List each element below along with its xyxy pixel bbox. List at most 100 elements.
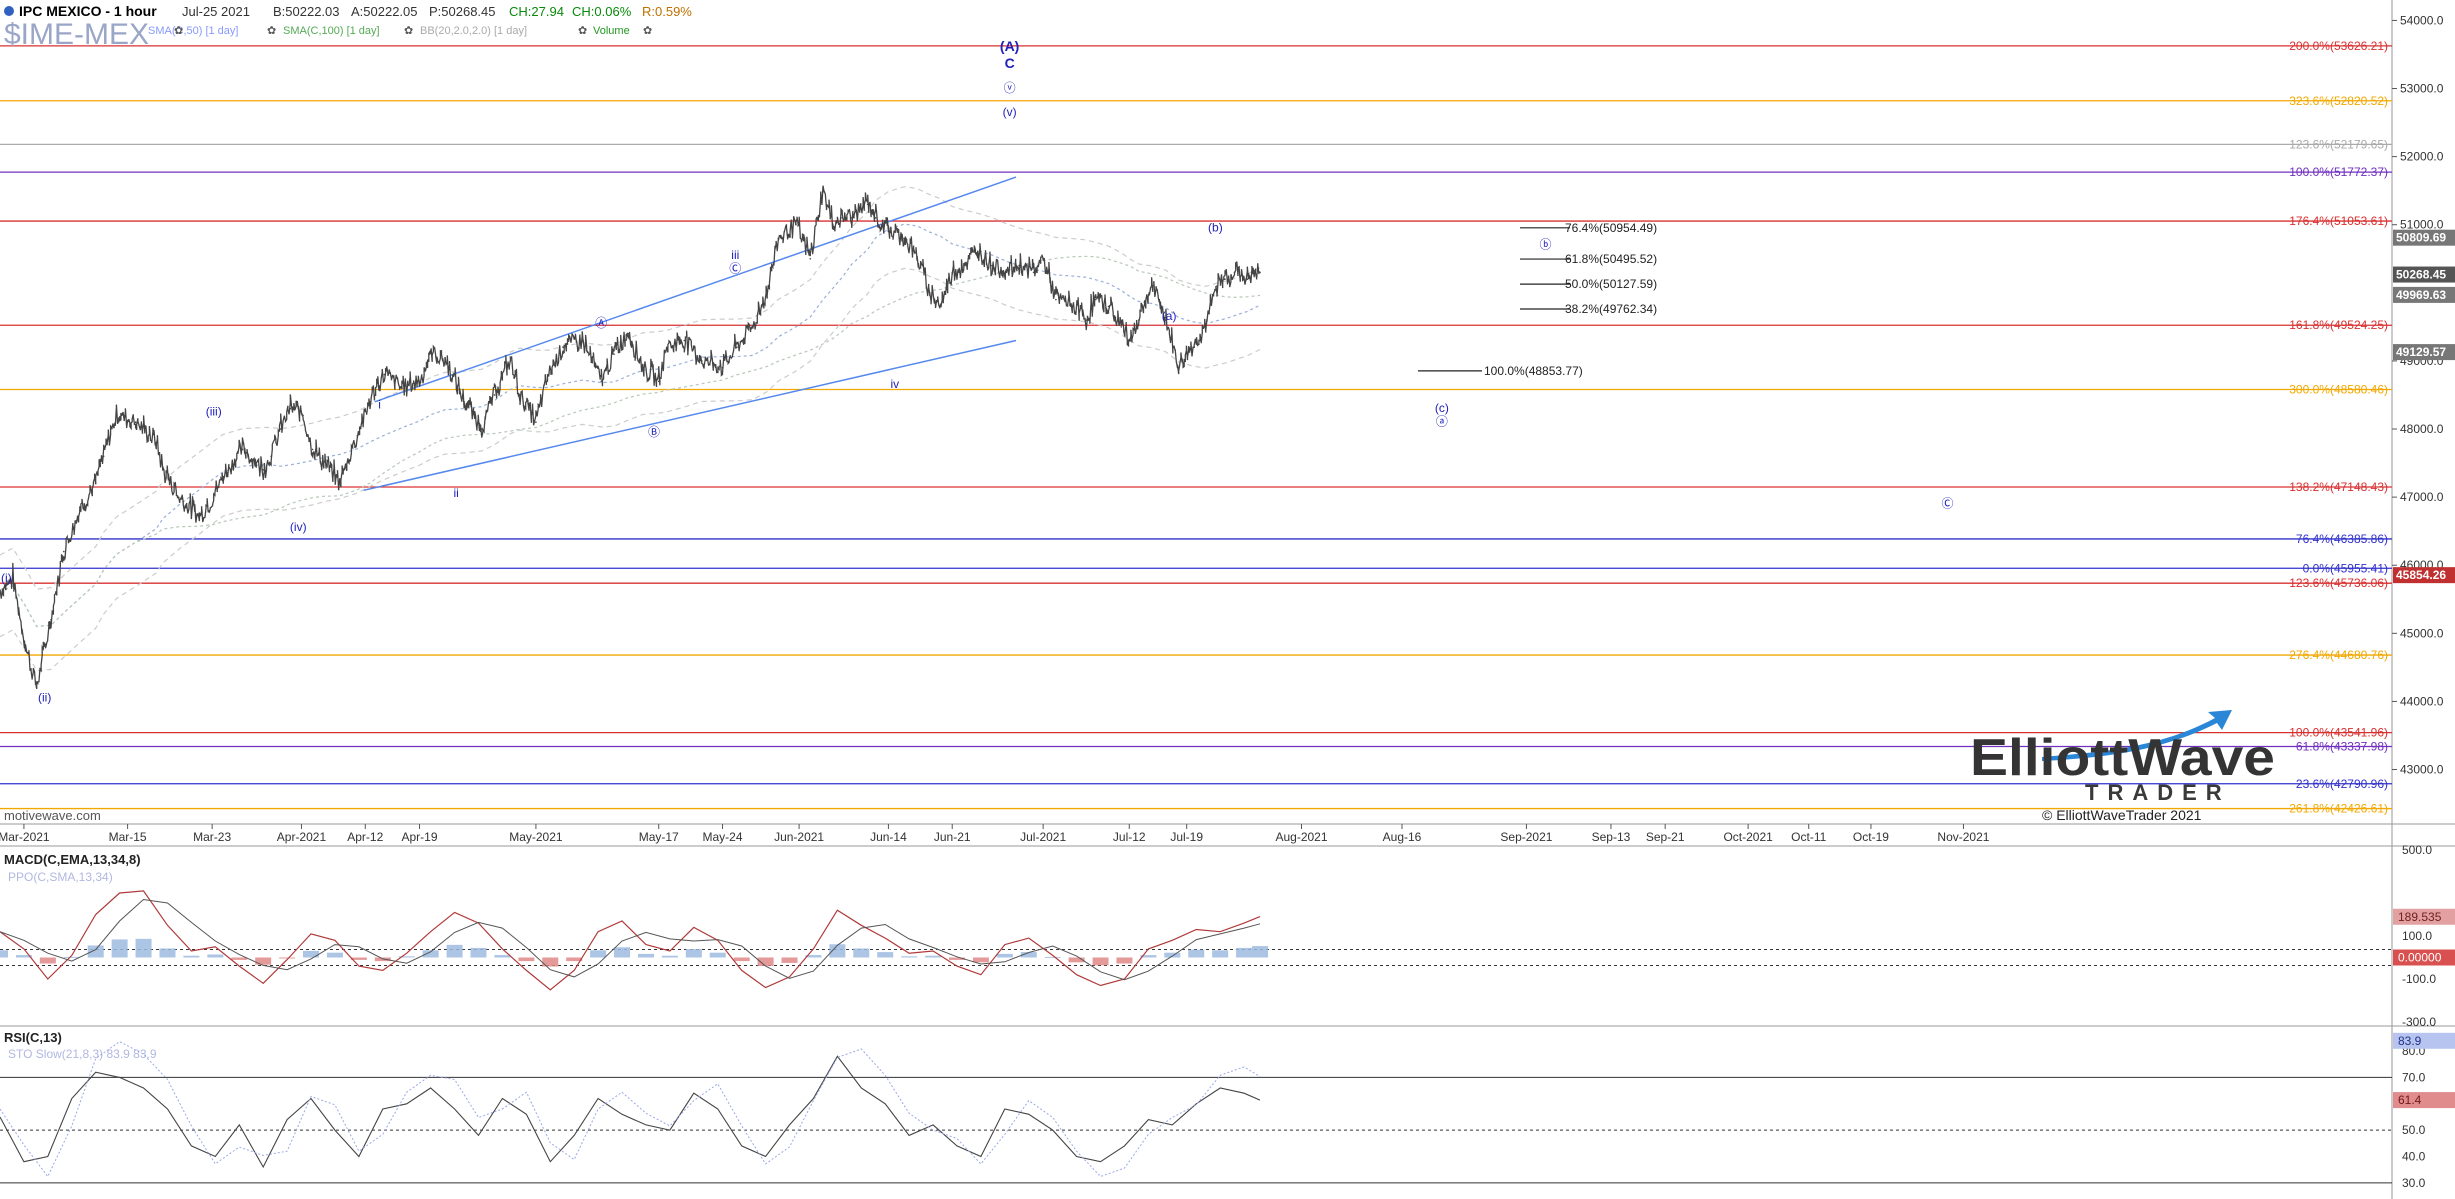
- indicator-volume[interactable]: Volume: [593, 25, 630, 37]
- price-point: [736, 346, 738, 349]
- indicator-bb[interactable]: BB(20,2.0,2.0) [1 day]: [420, 25, 527, 37]
- price-point: [24, 646, 27, 648]
- wave-label: ⓥ: [1004, 81, 1016, 95]
- time-tick-label: Jul-12: [1113, 830, 1146, 844]
- price-point: [1005, 271, 1008, 274]
- price-point: [1094, 298, 1097, 301]
- fib-label: 300.0%(48580.46): [2289, 382, 2388, 396]
- price-point: [11, 578, 14, 580]
- price-tick-label: 43000.0: [2400, 763, 2444, 777]
- time-tick-label: Sep-2021: [1500, 830, 1552, 844]
- macd-histogram-bar: [1236, 947, 1253, 958]
- price-point: [1246, 278, 1249, 281]
- macd-histogram-bar: [111, 939, 128, 958]
- wave-label: Ⓒ: [729, 261, 741, 275]
- gear-icon[interactable]: ✿: [578, 25, 587, 37]
- macd-panel: MACD(C,EMA,13,34,8) PPO(C,SMA,13,34) 500.0…: [0, 843, 2455, 1029]
- price-point: [270, 455, 272, 458]
- ticker-watermark: $IME-MEX: [4, 18, 149, 51]
- wave-label: C: [1005, 55, 1015, 71]
- price-marker-label: 50809.69: [2396, 231, 2446, 245]
- wave-label: Ⓒ: [1941, 496, 1953, 510]
- wave-label: (A): [1000, 38, 1019, 54]
- gear-icon[interactable]: ✿: [643, 25, 652, 37]
- macd-histogram-bar: [326, 952, 343, 958]
- price-point: [102, 455, 105, 458]
- macd-histogram-bar: [279, 957, 296, 959]
- header-range: R:0.59%: [642, 4, 692, 19]
- price-point: [1177, 366, 1180, 369]
- price-point: [822, 189, 824, 192]
- fib-label: 161.8%(49524.25): [2289, 318, 2388, 332]
- price-point: [241, 448, 244, 451]
- macd-histogram-bar: [637, 953, 654, 958]
- indicator-sma100[interactable]: SMA(C,100) [1 day]: [283, 25, 380, 37]
- price-point: [1259, 271, 1261, 274]
- price-point: [493, 394, 496, 396]
- wave-label: ii: [453, 486, 458, 500]
- price-marker-label: 49129.57: [2396, 345, 2446, 359]
- price-point: [929, 292, 931, 294]
- price-point: [1032, 271, 1035, 274]
- macd-histogram-bar: [1092, 957, 1109, 966]
- gear-icon[interactable]: ✿: [174, 25, 183, 37]
- rsi-title: RSI(C,13): [4, 1030, 62, 1045]
- macd-line: [0, 890, 1261, 991]
- macd-histogram-bar: [853, 948, 870, 958]
- macd-marker-label: 0.00000: [2398, 951, 2442, 965]
- price-point: [964, 264, 966, 267]
- macd-histogram-bar: [159, 948, 176, 958]
- rsi-tick-label: 40.0: [2402, 1149, 2426, 1163]
- macd-marker-label: 189.535: [2398, 910, 2442, 924]
- price-point: [795, 223, 797, 226]
- macd-histogram-bar: [614, 947, 631, 958]
- macd-histogram-bar: [255, 957, 272, 965]
- price-tick-label: 48000.0: [2400, 422, 2444, 436]
- time-tick-label: Nov-2021: [1937, 830, 1989, 844]
- rsi-tick-label: 70.0: [2402, 1070, 2426, 1084]
- time-tick-label: Apr-12: [347, 830, 383, 844]
- header-date: Jul-25 2021: [182, 4, 250, 19]
- price-point: [1224, 278, 1226, 281]
- time-tick-label: Sep-13: [1592, 830, 1631, 844]
- gear-icon[interactable]: ✿: [404, 25, 413, 37]
- retracement-label: 100.0%(48853.77): [1484, 364, 1583, 378]
- fib-label: 323.6%(52820.52): [2289, 94, 2388, 108]
- price-point: [279, 428, 282, 430]
- price-point: [1107, 305, 1110, 308]
- macd-histogram-bar: [0, 950, 8, 958]
- macd-tick-label: -300.0: [2402, 1015, 2436, 1029]
- price-point: [63, 550, 65, 553]
- rsi-line: [0, 1055, 1261, 1169]
- price-point: [50, 618, 52, 621]
- rsi-tick-label: 50.0: [2402, 1123, 2426, 1137]
- fib-label: 200.0%(53626.21): [2289, 39, 2388, 53]
- time-tick-label: Jul-2021: [1020, 830, 1066, 844]
- price-point: [155, 441, 158, 444]
- fib-label: 123.6%(52179.65): [2289, 137, 2388, 151]
- fib-label: 261.8%(42426.61): [2289, 802, 2388, 816]
- macd-histogram-bar: [1188, 949, 1205, 958]
- price-point: [887, 230, 890, 233]
- price-point: [463, 400, 465, 403]
- price-tick-label: 44000.0: [2400, 694, 2444, 708]
- fib-label: 100.0%(43541.96): [2289, 726, 2388, 740]
- price-point: [222, 475, 225, 478]
- gear-icon[interactable]: ✿: [267, 25, 276, 37]
- header-price: P:50268.45: [429, 4, 496, 19]
- macd-histogram-bar: [685, 949, 702, 958]
- indicator-sma50[interactable]: SMA(C,50) [1 day]: [148, 25, 238, 37]
- price-point: [874, 217, 877, 219]
- macd-histogram-bar: [542, 957, 559, 967]
- price-point: [1055, 298, 1057, 301]
- time-tick-label: Jun-2021: [774, 830, 824, 844]
- rsi-panel: RSI(C,13)STO Slow(21,8,3) 83.9 83.9 80.07…: [0, 1030, 2455, 1190]
- price-point: [302, 414, 304, 417]
- price-tick-label: 52000.0: [2400, 150, 2444, 164]
- price-pane[interactable]: [0, 0, 2392, 824]
- symbol-title[interactable]: IPC MEXICO - 1 hour: [19, 3, 157, 19]
- macd-signal-line: [0, 898, 1261, 981]
- price-point: [35, 687, 38, 689]
- price-point: [535, 421, 537, 424]
- price-point: [951, 271, 954, 274]
